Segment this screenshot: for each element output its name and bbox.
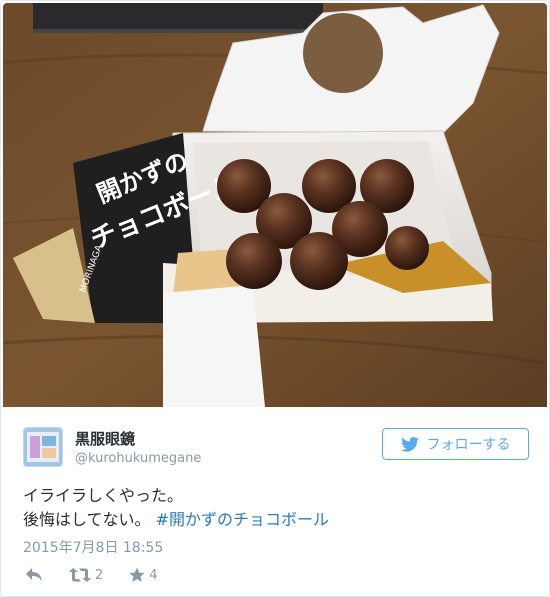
star-icon xyxy=(129,567,145,582)
reply-icon xyxy=(26,568,42,581)
tweet-timestamp[interactable]: 2015年7月8日 18:55 xyxy=(23,537,163,557)
retweet-count: 2 xyxy=(95,567,104,583)
tweet-text: イライラしくやった。 後悔はしてない。 #開かずのチョコボール xyxy=(23,484,529,532)
avatar[interactable] xyxy=(23,427,63,467)
hashtag-link[interactable]: #開かずのチョコボール xyxy=(156,510,329,529)
follow-button-label: フォローする xyxy=(426,437,511,453)
tweet-photo[interactable]: 開かずの チョコボール MORINAGA xyxy=(3,3,547,407)
reply-button[interactable] xyxy=(25,567,43,583)
tweet-actions: 2 4 xyxy=(25,564,184,586)
twitter-bird-icon xyxy=(400,436,419,452)
photo-illustration: 開かずの チョコボール MORINAGA xyxy=(3,3,547,407)
avatar-image xyxy=(24,428,62,466)
tweet-line-2: 後悔はしてない。 #開かずのチョコボール xyxy=(23,508,529,532)
retweet-icon xyxy=(69,568,91,582)
favorite-count: 4 xyxy=(149,567,158,583)
tweet-card: 開かずの チョコボール MORINAGA 黒服眼鏡 @kurohukumegan… xyxy=(0,0,550,597)
retweet-button[interactable]: 2 xyxy=(69,567,103,583)
author-display-name[interactable]: 黒服眼鏡 xyxy=(75,428,135,449)
favorite-button[interactable]: 4 xyxy=(129,567,158,583)
author-handle[interactable]: @kurohukumegane xyxy=(75,451,201,466)
tweet-line-2-text: 後悔はしてない。 xyxy=(23,510,156,529)
tweet-header: 黒服眼鏡 @kurohukumegane フォローする xyxy=(23,423,529,473)
tweet-line-1: イライラしくやった。 xyxy=(23,486,184,505)
follow-button[interactable]: フォローする xyxy=(382,428,529,460)
